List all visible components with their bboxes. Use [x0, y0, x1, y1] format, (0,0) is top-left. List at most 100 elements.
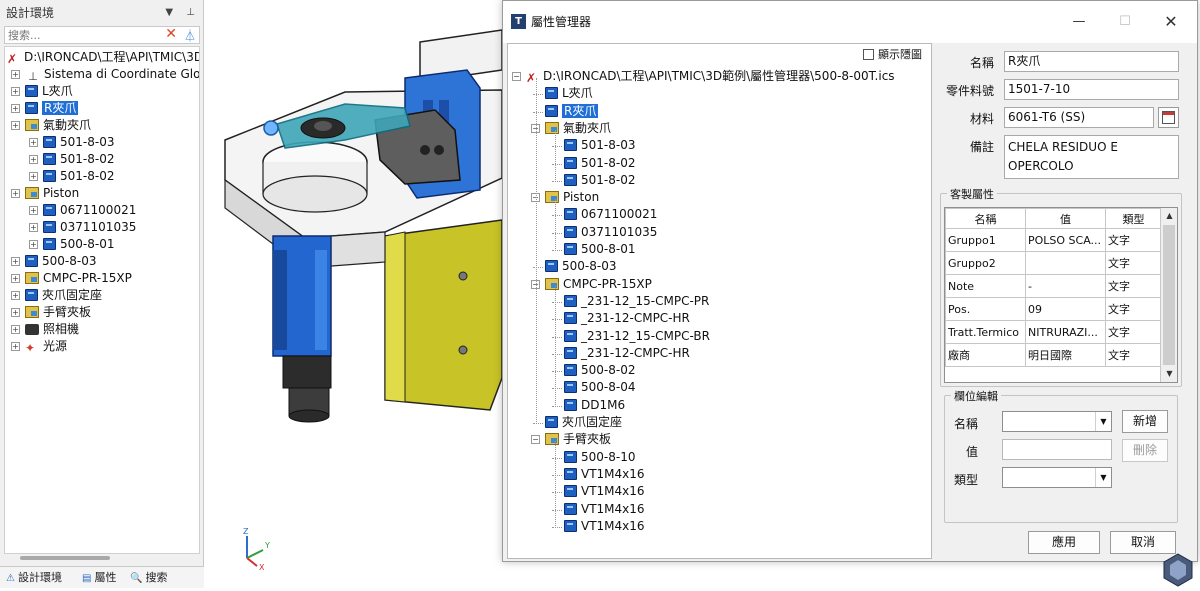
- column-header-type[interactable]: 類型: [1105, 208, 1162, 229]
- property-tree-item[interactable]: L夾爪: [533, 85, 593, 102]
- cell-type[interactable]: 文字: [1105, 320, 1162, 344]
- scene-tree-item[interactable]: ✗ D:\IRONCAD\工程\API\TMIC\3D: [7, 49, 199, 66]
- table-row[interactable]: Note - 文字: [945, 274, 1162, 298]
- scene-tree-item[interactable]: +0671100021: [29, 202, 136, 219]
- tree-search-box[interactable]: ✕ ⏃: [4, 26, 200, 44]
- cell-type[interactable]: 文字: [1105, 343, 1162, 367]
- tree-expander[interactable]: +: [29, 172, 38, 181]
- cell-value[interactable]: -: [1025, 274, 1106, 298]
- property-tree-item[interactable]: − Piston: [531, 189, 599, 206]
- property-tree-item[interactable]: 501-8-02: [552, 155, 635, 172]
- maximize-button[interactable]: ☐: [1103, 9, 1147, 35]
- tree-expander[interactable]: +: [11, 274, 20, 283]
- scene-tree-item[interactable]: + 氣動夾爪: [11, 117, 91, 134]
- cell-name[interactable]: Pos.: [945, 297, 1026, 321]
- property-tree-item[interactable]: 0671100021: [552, 206, 657, 223]
- apply-button[interactable]: 應用: [1028, 531, 1100, 554]
- tree-expander[interactable]: +: [11, 308, 20, 317]
- cell-value[interactable]: NITRURAZI...: [1025, 320, 1106, 344]
- scene-tree-item[interactable]: + 照相機: [11, 321, 79, 338]
- property-tree-item[interactable]: _231-12-CMPC-HR: [552, 345, 690, 362]
- tab-properties[interactable]: ▤ 屬性: [82, 570, 116, 586]
- cell-value[interactable]: [1025, 251, 1106, 275]
- cell-type[interactable]: 文字: [1105, 297, 1162, 321]
- tree-expander[interactable]: +: [11, 291, 20, 300]
- scroll-thumb[interactable]: [1163, 225, 1175, 365]
- scene-tree-item[interactable]: + Piston: [11, 185, 79, 202]
- scene-tree-item[interactable]: + L夾爪: [11, 83, 73, 100]
- scene-tree-item[interactable]: +0371101035: [29, 219, 136, 236]
- scene-tree-item[interactable]: + 手臂夾板: [11, 304, 91, 321]
- table-row[interactable]: Pos. 09 文字: [945, 297, 1162, 321]
- chevron-down-icon[interactable]: ▼: [1095, 468, 1111, 487]
- cell-value[interactable]: 明日國際: [1025, 343, 1106, 367]
- cell-type[interactable]: 文字: [1105, 251, 1162, 275]
- tree-search-input[interactable]: [5, 27, 155, 43]
- edit-type-combo[interactable]: ▼: [1002, 467, 1112, 488]
- add-button[interactable]: 新增: [1122, 410, 1168, 433]
- cell-name[interactable]: Tratt.Termico: [945, 320, 1026, 344]
- tree-expander[interactable]: +: [11, 121, 20, 130]
- scene-tree-item[interactable]: +500-8-03: [11, 253, 96, 270]
- cell-name[interactable]: Gruppo1: [945, 228, 1026, 252]
- clear-search-icon[interactable]: ✕: [165, 26, 177, 42]
- tree-expander[interactable]: +: [11, 189, 20, 198]
- scene-tree-item[interactable]: +501-8-02: [29, 151, 114, 168]
- scroll-down-arrow-icon[interactable]: ▼: [1161, 366, 1177, 382]
- property-tree-item[interactable]: VT1M4x16: [552, 518, 645, 535]
- scene-tree-item[interactable]: + ⊥ Sistema di Coordinate Globa: [11, 66, 199, 83]
- property-tree-item[interactable]: − ✗ D:\IRONCAD\工程\API\TMIC\3D範例\屬性管理器\500-…: [512, 68, 895, 85]
- property-tree-item[interactable]: _231-12_15-CMPC-BR: [552, 328, 710, 345]
- property-tree-item[interactable]: DD1M6: [552, 397, 625, 414]
- property-tree-item[interactable]: 500-8-03: [533, 258, 616, 275]
- property-tree-item[interactable]: 501-8-03: [552, 137, 635, 154]
- scene-tree-item[interactable]: +501-8-03: [29, 134, 114, 151]
- property-tree-item[interactable]: R夾爪: [533, 103, 599, 120]
- name-field[interactable]: R夾爪: [1004, 51, 1179, 72]
- property-tree-item[interactable]: VT1M4x16: [552, 501, 645, 518]
- tree-expander[interactable]: +: [29, 138, 38, 147]
- column-header-value[interactable]: 值: [1025, 208, 1106, 229]
- cell-value[interactable]: 09: [1025, 297, 1106, 321]
- scene-tree-item[interactable]: + R夾爪: [11, 100, 79, 117]
- scene-tree[interactable]: ✗ D:\IRONCAD\工程\API\TMIC\3D + ⊥ Sistema di C…: [4, 46, 200, 554]
- custom-properties-table[interactable]: 名稱 值 類型 Gruppo1 POLSO SCA... 文字 Gruppo2 文字 No…: [944, 207, 1178, 383]
- table-row[interactable]: Gruppo1 POLSO SCA... 文字: [945, 228, 1162, 252]
- table-row[interactable]: Tratt.Termico NITRURAZI... 文字: [945, 320, 1162, 344]
- scroll-up-arrow-icon[interactable]: ▲: [1161, 208, 1177, 224]
- cell-name[interactable]: Gruppo2: [945, 251, 1026, 275]
- checkbox-box[interactable]: [863, 49, 874, 60]
- property-tree-item[interactable]: _231-12_15-CMPC-PR: [552, 293, 709, 310]
- horizontal-scrollbar[interactable]: [20, 556, 110, 560]
- tree-expander[interactable]: −: [512, 72, 521, 81]
- column-header-name[interactable]: 名稱: [945, 208, 1026, 229]
- property-tree-item[interactable]: 夾爪固定座: [533, 414, 622, 431]
- cell-type[interactable]: 文字: [1105, 274, 1162, 298]
- property-tree-item[interactable]: 500-8-02: [552, 362, 635, 379]
- 3d-viewport[interactable]: Z Y X: [205, 0, 502, 588]
- tree-expander[interactable]: +: [11, 325, 20, 334]
- property-tree-item[interactable]: VT1M4x16: [552, 483, 645, 500]
- tree-expander[interactable]: +: [11, 257, 20, 266]
- scene-tree-item[interactable]: + 夾爪固定座: [11, 287, 102, 304]
- property-tree-item[interactable]: 500-8-01: [552, 241, 635, 258]
- tree-expander[interactable]: +: [29, 223, 38, 232]
- scene-tree-item[interactable]: + ✦ 光源: [11, 338, 67, 355]
- pin-icon[interactable]: ⊥: [186, 7, 195, 18]
- property-tree-item[interactable]: VT1M4x16: [552, 466, 645, 483]
- tab-design-environment[interactable]: ⚠ 設計環境: [6, 570, 62, 586]
- 3d-model-render[interactable]: [205, 0, 502, 588]
- material-picker-button[interactable]: [1158, 107, 1179, 128]
- edit-name-combo[interactable]: ▼: [1002, 411, 1112, 432]
- tree-expander[interactable]: +: [11, 104, 20, 113]
- scene-tree-item[interactable]: +501-8-02: [29, 168, 114, 185]
- table-vertical-scrollbar[interactable]: ▲ ▼: [1160, 208, 1177, 382]
- property-tree-item[interactable]: _231-12-CMPC-HR: [552, 310, 690, 327]
- edit-value-input[interactable]: [1002, 439, 1112, 460]
- tree-expander[interactable]: +: [29, 240, 38, 249]
- property-tree-item[interactable]: 0371101035: [552, 224, 657, 241]
- scene-tree-item[interactable]: + CMPC-PR-15XP: [11, 270, 132, 287]
- tab-search[interactable]: 🔍 搜索: [130, 570, 167, 586]
- chevron-down-icon[interactable]: ▼: [1095, 412, 1111, 431]
- tree-expander[interactable]: +: [29, 206, 38, 215]
